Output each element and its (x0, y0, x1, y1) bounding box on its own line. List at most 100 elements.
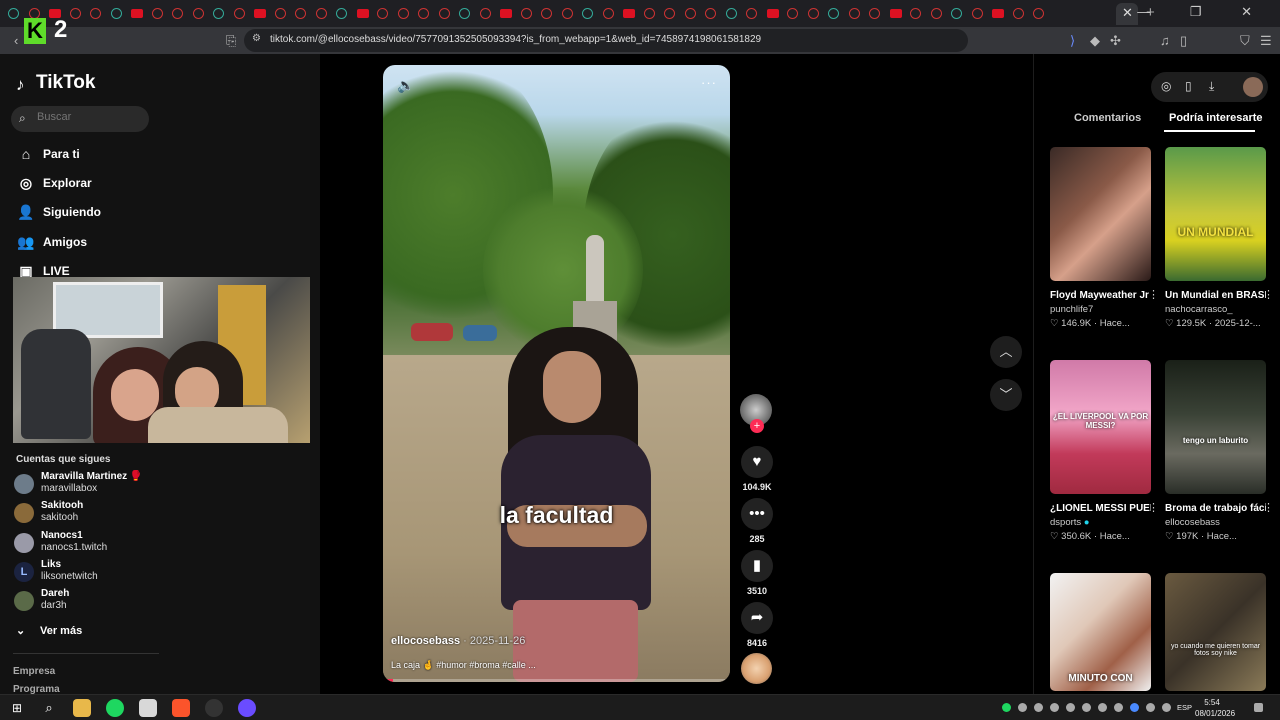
recommended-video-card[interactable]: MINUTO CON (1050, 573, 1151, 691)
browser-tab-favicon[interactable] (356, 9, 369, 18)
share-button[interactable]: ➦ 8416 (740, 602, 774, 648)
browser-tab-favicon[interactable] (561, 8, 573, 19)
app-icon[interactable] (238, 699, 256, 717)
browser-tab-favicon[interactable] (295, 8, 306, 19)
footer-link-empresa[interactable]: Empresa (13, 666, 55, 677)
video-thumbnail[interactable]: tengo un laburito (1165, 360, 1266, 494)
browser-tab-favicon[interactable] (643, 8, 655, 19)
browser-tab-favicon[interactable] (1012, 8, 1024, 19)
phone-icon[interactable]: ▯ (1185, 79, 1192, 93)
active-tab[interactable]: ✕ (1116, 3, 1138, 25)
browser-tab-favicon[interactable] (869, 8, 880, 19)
search-box[interactable]: ⌕ (11, 106, 149, 132)
browser-tab-favicon[interactable] (233, 8, 245, 19)
browser-tab-favicon[interactable] (787, 8, 798, 19)
extensions-puzzle-icon[interactable]: ✣ (1110, 33, 1121, 49)
recommended-video-card[interactable]: Floyd Mayweather Jr vs Canelo... punchli… (1050, 147, 1159, 329)
tray-icon[interactable] (1098, 703, 1107, 712)
browser-tab-favicon[interactable] (213, 8, 224, 19)
url-field[interactable]: ⚙ tiktok.com/@ellocosebass/video/7577091… (244, 29, 968, 52)
browser-tab-favicon[interactable] (131, 9, 143, 18)
browser-tab-favicon[interactable] (274, 8, 286, 19)
extension-icon[interactable]: ⟩ (1070, 33, 1075, 49)
notification-icon[interactable] (1254, 703, 1263, 712)
save-button[interactable]: ▮ 3510 (740, 550, 774, 596)
sidebar-toggle-icon[interactable]: ▯ (1180, 33, 1187, 49)
tray-icon[interactable] (1082, 703, 1091, 712)
browser-tab-favicon[interactable] (582, 8, 593, 19)
more-options-icon[interactable]: ⋮ (1263, 501, 1274, 514)
video-thumbnail[interactable]: ¿EL LIVERPOOL VA POR MESSI? (1050, 360, 1151, 494)
tray-icon[interactable] (1002, 703, 1011, 712)
browser-tab-favicon[interactable] (1033, 8, 1044, 19)
browser-tab-favicon[interactable] (684, 8, 696, 19)
windows-start-icon[interactable]: ⊞ (8, 699, 26, 717)
browser-tab-favicon[interactable] (848, 8, 860, 19)
menu-icon[interactable]: ☰ (1260, 33, 1272, 49)
file-explorer-icon[interactable] (73, 699, 91, 717)
browser-tab-favicon[interactable] (459, 8, 470, 19)
browser-tab-favicon[interactable] (479, 8, 491, 19)
recommended-video-card[interactable]: ¿EL LIVERPOOL VA POR MESSI? ¿LIONEL MESS… (1050, 360, 1159, 542)
browser-tab-favicon[interactable] (889, 9, 902, 18)
search-icon[interactable]: ⌕ (40, 699, 58, 717)
wifi-icon[interactable] (1146, 703, 1155, 712)
nav-siguiendo[interactable]: 👤 Siguiendo (16, 201, 101, 223)
browser-tab-favicon[interactable] (602, 8, 614, 19)
previous-video-button[interactable]: ︿ (990, 336, 1022, 368)
next-video-button[interactable]: ﹀ (990, 379, 1022, 411)
browser-tab-favicon[interactable] (746, 8, 757, 19)
browser-tab-favicon[interactable] (623, 9, 635, 18)
follow-plus-icon[interactable]: + (750, 419, 764, 433)
tray-icon[interactable] (1050, 703, 1059, 712)
video-progress-bar[interactable] (383, 679, 730, 682)
back-icon[interactable]: ‹ (14, 33, 18, 48)
recommended-video-card[interactable]: tengo un laburito Broma de trabajo fácil… (1165, 360, 1274, 542)
spotify-icon[interactable] (106, 699, 124, 717)
recommended-video-card[interactable]: UN MUNDIAL Un Mundial en BRASIL (vol.1):… (1165, 147, 1274, 329)
nav-para-ti[interactable]: ⌂ Para ti (16, 143, 80, 165)
browser-tab-favicon[interactable] (377, 8, 388, 19)
tab-podria-interesarte[interactable]: Podría interesarte (1169, 112, 1263, 124)
compass-icon[interactable]: ◎ (1161, 79, 1171, 93)
more-options-icon[interactable]: ··· (701, 75, 717, 90)
browser-tab-favicon[interactable] (951, 8, 962, 19)
browser-tab-favicon[interactable] (110, 8, 122, 19)
browser-tab-favicon[interactable] (807, 8, 819, 19)
nav-amigos[interactable]: 👥 Amigos (16, 231, 87, 253)
browser-tab-favicon[interactable] (254, 9, 266, 18)
url-text[interactable]: tiktok.com/@ellocosebass/video/757709135… (270, 34, 761, 45)
browser-tab-favicon[interactable] (418, 8, 429, 19)
browser-tab-favicon[interactable] (664, 8, 675, 19)
language-indicator[interactable]: ESP (1177, 703, 1192, 712)
site-info-icon[interactable]: ⚙ (252, 33, 261, 44)
browser-tab-favicon[interactable] (828, 8, 839, 19)
browser-tab-favicon[interactable] (971, 8, 983, 19)
window-controls[interactable]: — ❐ ✕ (1137, 4, 1270, 20)
tab-comentarios[interactable]: Comentarios (1074, 112, 1141, 124)
browser-tab-favicon[interactable] (336, 8, 347, 19)
video-thumbnail[interactable] (1050, 147, 1151, 281)
browser-tab-favicon[interactable] (766, 9, 779, 18)
tray-icon[interactable] (1018, 703, 1027, 712)
browser-tab-favicon[interactable] (992, 9, 1004, 18)
volume-icon[interactable]: 🔈 (397, 77, 414, 94)
search-input[interactable] (37, 111, 143, 123)
obs-icon[interactable] (205, 699, 223, 717)
tray-icon[interactable] (1114, 703, 1123, 712)
recommended-video-card[interactable]: yo cuando me quieren tomar fotos soy nik… (1165, 573, 1266, 691)
browser-tab-favicon[interactable] (8, 8, 19, 19)
video-description[interactable]: La caja 🤞 #humor #broma #calle ... (391, 660, 536, 671)
browser-tab-favicon[interactable] (90, 8, 101, 19)
browser-tab-favicon[interactable] (172, 8, 183, 19)
browser-tab-favicon[interactable] (910, 8, 921, 19)
video-thumbnail[interactable]: UN MUNDIAL (1165, 147, 1266, 281)
browser-tab-favicon[interactable] (930, 8, 942, 19)
shield-icon[interactable]: ⛉ (1240, 33, 1250, 49)
bookmark-icon[interactable]: ⎘ (226, 33, 236, 49)
nav-explorar[interactable]: ◎ Explorar (16, 172, 92, 194)
video-thumbnail[interactable]: MINUTO CON (1050, 573, 1151, 691)
browser-tab-favicon[interactable] (397, 8, 409, 19)
browser-tab-favicon[interactable] (192, 8, 204, 19)
music-icon[interactable]: ♫ (1160, 33, 1170, 48)
